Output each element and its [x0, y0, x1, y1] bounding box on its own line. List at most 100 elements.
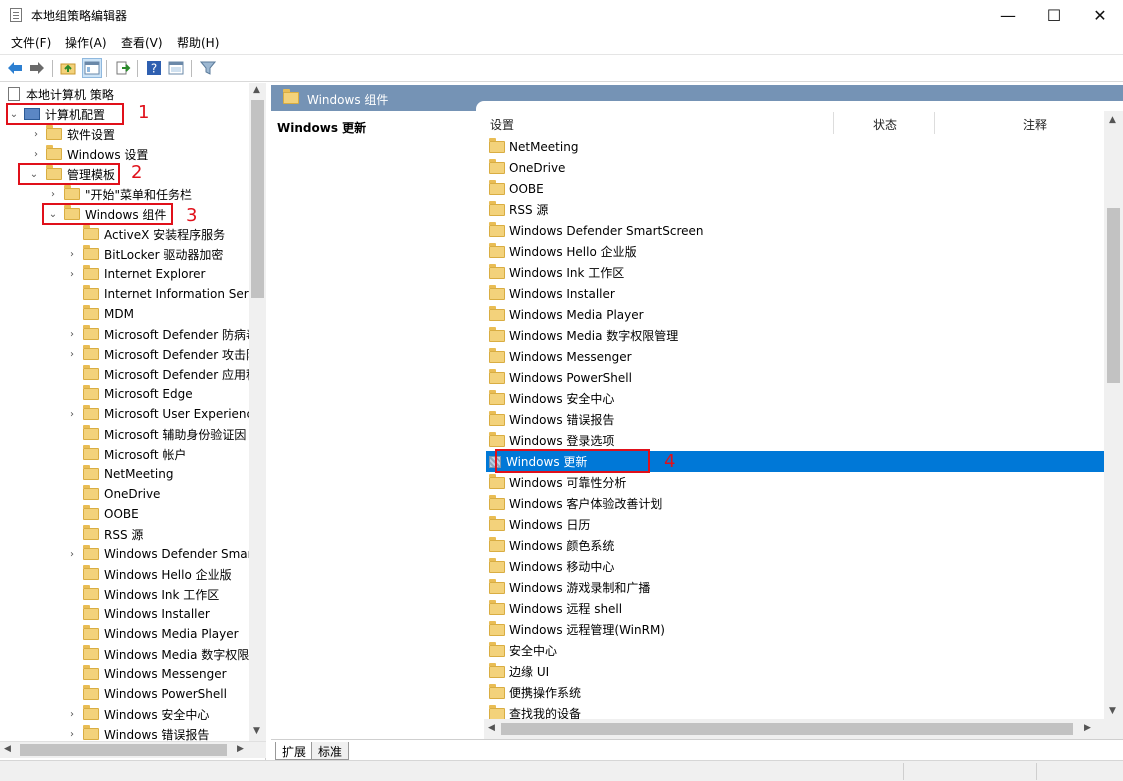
list-item[interactable]: Windows 安全中心 [486, 388, 1106, 409]
list-item[interactable]: Windows Media Player [486, 304, 1106, 325]
tree-item[interactable]: Windows Hello 企业版 [66, 564, 232, 584]
column-header-comment[interactable]: 注释 [1023, 116, 1047, 133]
list-item[interactable]: Windows 错误报告 [486, 409, 1106, 430]
list-item[interactable]: Windows Messenger [486, 346, 1106, 367]
menu-help[interactable]: 帮助(H) [177, 34, 219, 51]
tree-item[interactable]: Microsoft Defender 应用程 [66, 364, 258, 384]
column-header-setting[interactable]: 设置 [490, 116, 514, 133]
list-item[interactable]: Windows 游戏录制和广播 [486, 577, 1106, 598]
tree-item[interactable]: › Internet Explorer [66, 264, 205, 284]
chevron-right-icon[interactable]: › [30, 128, 42, 140]
maximize-button[interactable]: ☐ [1031, 0, 1077, 30]
tree-label: Windows Media 数字权限 [104, 647, 250, 662]
tree-item[interactable]: MDM [66, 304, 134, 324]
list-item[interactable]: RSS 源 [486, 199, 1106, 220]
tree-item[interactable]: Microsoft Edge [66, 384, 193, 404]
list-item[interactable]: Windows Media 数字权限管理 [486, 325, 1106, 346]
list-item[interactable]: Windows 颜色系统 [486, 535, 1106, 556]
tree-item[interactable]: Windows Messenger [66, 664, 227, 684]
list-item[interactable]: 安全中心 [486, 640, 1106, 661]
tab-standard[interactable]: 标准 [311, 742, 350, 760]
tree-root[interactable]: 本地计算机 策略 [8, 84, 114, 104]
list-scroll-thumb[interactable] [1107, 208, 1120, 383]
chevron-right-icon[interactable]: › [66, 328, 78, 340]
tree-item[interactable]: › Microsoft Defender 防病毒 [66, 324, 258, 344]
tree-item[interactable]: Microsoft 辅助身份验证因 [66, 424, 246, 444]
tree-item[interactable]: › Microsoft User Experience [66, 404, 261, 424]
chevron-right-icon[interactable]: › [66, 248, 78, 260]
menu-file[interactable]: 文件(F) [11, 34, 51, 51]
list-item[interactable]: OOBE [486, 178, 1106, 199]
tree-item[interactable]: Internet Information Servi [66, 284, 259, 304]
chevron-right-icon[interactable]: › [66, 348, 78, 360]
up-folder-icon[interactable] [58, 58, 78, 78]
list-item[interactable]: Windows 远程 shell [486, 598, 1106, 619]
tree-item[interactable]: Windows Media Player [66, 624, 239, 644]
tree-item[interactable]: › Windows 安全中心 [66, 704, 209, 724]
tree-item[interactable]: Windows Ink 工作区 [66, 584, 219, 604]
tree-item[interactable]: › BitLocker 驱动器加密 [66, 244, 223, 264]
tree-item[interactable]: Microsoft 帐户 [66, 444, 186, 464]
show-hide-tree-icon[interactable] [82, 58, 102, 78]
chevron-right-icon[interactable]: › [66, 268, 78, 280]
tree-item[interactable]: OOBE [66, 504, 139, 524]
chevron-right-icon[interactable]: › [66, 408, 78, 420]
tree-item[interactable]: Windows Installer [66, 604, 210, 624]
tree-item[interactable]: › Windows Defender Smar [66, 544, 253, 564]
column-header-state[interactable]: 状态 [873, 116, 897, 133]
title-bar: 本地组策略编辑器 — ☐ ✕ [0, 0, 1123, 30]
tree-hscroll-thumb[interactable] [20, 744, 227, 756]
tree-item[interactable]: RSS 源 [66, 524, 143, 544]
tree-item[interactable]: ActiveX 安装程序服务 [66, 224, 225, 244]
list-item[interactable]: Windows 客户体验改善计划 [486, 493, 1106, 514]
forward-arrow-icon[interactable] [27, 58, 47, 78]
tree-item[interactable]: Windows Media 数字权限 [66, 644, 249, 664]
chevron-right-icon[interactable]: › [47, 188, 59, 200]
tree-item-software-settings[interactable]: › 软件设置 [30, 124, 115, 144]
list-item[interactable]: Windows PowerShell [486, 367, 1106, 388]
tab-extended[interactable]: 扩展 [275, 742, 314, 760]
list-item[interactable]: Windows 日历 [486, 514, 1106, 535]
tree-item[interactable]: NetMeeting [66, 464, 173, 484]
list-item-label: Windows 颜色系统 [509, 539, 615, 553]
menu-view[interactable]: 查看(V) [121, 34, 163, 51]
list-item[interactable]: 边缘 UI [486, 661, 1106, 682]
list-item-label: Windows 错误报告 [509, 413, 615, 427]
back-arrow-icon[interactable] [5, 58, 25, 78]
list-item[interactable]: NetMeeting [486, 136, 1106, 157]
close-button[interactable]: ✕ [1077, 0, 1123, 30]
tree-item-windows-settings[interactable]: › Windows 设置 [30, 144, 148, 164]
list-item[interactable]: Windows Defender SmartScreen [486, 220, 1106, 241]
tree-item[interactable]: OneDrive [66, 484, 160, 504]
list-item[interactable]: Windows 移动中心 [486, 556, 1106, 577]
list-item-label: Windows Messenger [509, 349, 632, 364]
chevron-right-icon[interactable]: › [66, 728, 78, 740]
list-hscroll-thumb[interactable] [501, 723, 1073, 735]
list-item-label: Windows 登录选项 [509, 434, 615, 448]
list-item[interactable]: Windows Installer [486, 283, 1106, 304]
list-item[interactable]: OneDrive [486, 157, 1106, 178]
tree-label: RSS 源 [104, 527, 144, 542]
list-item[interactable]: Windows 可靠性分析 [486, 472, 1106, 493]
help-icon[interactable]: ? [144, 58, 164, 78]
tree-item[interactable]: Windows PowerShell [66, 684, 227, 704]
chevron-right-icon[interactable]: › [66, 548, 78, 560]
export-list-icon[interactable] [113, 58, 133, 78]
tree-item[interactable]: › Microsoft Defender 攻击防 [66, 344, 258, 364]
list-vertical-scrollbar[interactable]: ▲ ▼ [1104, 111, 1123, 719]
tree-item-start-menu[interactable]: › "开始"菜单和任务栏 [47, 184, 192, 204]
list-item[interactable]: Windows 登录选项 [486, 430, 1106, 451]
list-item[interactable]: 便携操作系统 [486, 682, 1106, 703]
folder-icon [83, 525, 99, 540]
filter-icon[interactable] [198, 58, 218, 78]
chevron-right-icon[interactable]: › [30, 148, 42, 160]
properties-icon[interactable] [166, 58, 186, 78]
tree-scroll-thumb[interactable] [251, 100, 264, 298]
list-item[interactable]: Windows Hello 企业版 [486, 241, 1106, 262]
list-item[interactable]: Windows 远程管理(WinRM) [486, 619, 1106, 640]
menu-action[interactable]: 操作(A) [65, 34, 107, 51]
minimize-button[interactable]: — [985, 0, 1031, 30]
chevron-right-icon[interactable]: › [66, 708, 78, 720]
list-item[interactable]: Windows Ink 工作区 [486, 262, 1106, 283]
